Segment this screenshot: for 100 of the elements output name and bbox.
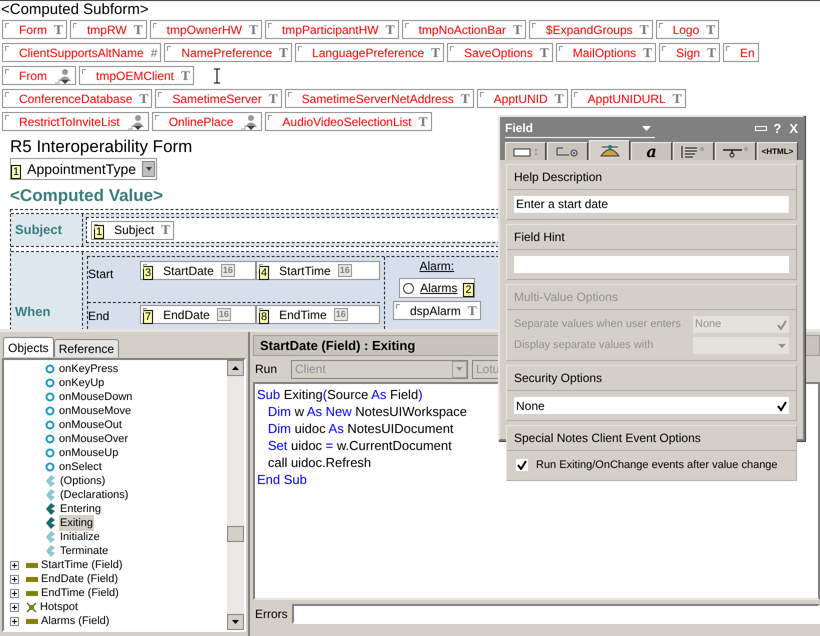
circle-icon [45,420,55,430]
property-tab[interactable] [505,142,546,160]
field-chip[interactable]: 3 StartDate 16 [140,261,256,280]
help-description-field[interactable]: Enter a start date [514,196,789,213]
tree-item[interactable]: onMouseOut [58,416,123,434]
section-heading: Security Options [507,366,796,391]
field-chip[interactable]: LanguagePreference T [295,43,444,62]
field-name: AudioVideoSelectionList [282,114,412,130]
field-icon [26,562,38,568]
tree-item[interactable]: onMouseUp [58,444,120,462]
tree-item[interactable]: Entering [59,500,102,518]
hat-icon [598,144,620,157]
field-chip[interactable]: 7 EndDate 16 [140,305,256,324]
property-tab[interactable]: a [631,142,672,160]
expand-icon[interactable] [10,588,19,598]
start-label: Start [88,266,114,283]
code-line: Set uidoc = w.CurrentDocument [266,437,452,454]
checkbox-label: Run Exiting/OnChange events after value change [536,458,778,473]
text-type-mark: T [640,22,649,38]
pane-tab[interactable]: Reference [54,339,120,357]
field-chip[interactable]: SametimeServerNetAddress T [284,89,474,108]
field-chip[interactable]: tmpOwnerHW T [150,20,262,39]
field-chip[interactable]: From [2,66,76,85]
subject-label: Subject [11,214,83,246]
tree-item[interactable]: onMouseMove [58,402,132,420]
tree-item[interactable]: Alarms (Field) [4,614,227,628]
tree-item[interactable]: onMouseOver [58,430,130,448]
field-chip[interactable]: tmpOEMClient T [79,66,194,85]
errors-label: Errors [255,606,288,622]
computed-value: <Computed Value> [10,186,164,206]
scrollbar[interactable] [227,360,244,630]
field-chip[interactable]: SametimeServer T [155,89,282,108]
tree-item[interactable]: Hotspot [4,600,227,614]
scroll-thumb[interactable] [227,526,244,542]
field-chip[interactable]: ApptUNID T [476,89,568,108]
property-tab[interactable] [589,140,630,160]
expand-icon[interactable] [10,560,19,570]
script-icon [45,503,56,515]
dialog-list-field[interactable]: 1 AppointmentType [10,158,158,180]
text-type-mark: T [554,90,564,108]
caret-icon [146,167,152,171]
field-chip[interactable]: Logo T [656,20,720,39]
property-tab[interactable] [673,142,714,160]
field-chip[interactable]: dspAlarm T [393,301,481,320]
tree-item[interactable]: onMouseDown [58,388,134,406]
text-cursor-icon [212,68,221,84]
end-label: End [88,308,110,325]
tree-item[interactable]: (Options) [59,472,106,490]
field-hint-field[interactable] [514,256,789,273]
field-chip[interactable]: tmpRW T [70,20,147,39]
field-chip[interactable]: 4 StartTime 16 [256,261,380,280]
tree-item[interactable]: Terminate [59,542,110,560]
field-chip[interactable]: AudioVideoSelectionList T [265,112,432,131]
close-button[interactable]: X [789,118,798,138]
html-tab-label: <HTML> [762,146,794,158]
tree-item[interactable]: EndTime (Field) [4,586,227,600]
field-chip[interactable]: ClientSupportsAltName # [2,43,162,62]
field-chip[interactable]: MailOptions T [556,43,656,62]
field-chip[interactable]: SaveOptions T [447,43,553,62]
dock-icon[interactable] [755,126,768,131]
field-chip[interactable]: En [723,43,759,62]
field-chip[interactable]: 8 EndTime 16 [256,305,380,324]
hide-icon [722,146,750,158]
field-name: SametimeServerNetAddress [302,90,454,108]
property-tab[interactable] [715,142,756,160]
field-chip[interactable]: Form T [2,20,67,39]
field-chip[interactable]: tmpNoActionBar T [402,20,526,39]
expand-icon[interactable] [10,616,19,626]
expand-icon[interactable] [10,574,19,584]
field-chip[interactable]: Sign T [659,43,720,62]
security-select[interactable]: None [514,397,789,414]
property-tab[interactable]: <HTML> [757,142,798,160]
field-chip[interactable]: 1 Subject T [91,220,174,240]
person-icon [54,68,72,84]
checkbox[interactable] [516,459,528,472]
expand-icon[interactable] [10,602,19,612]
field-chip[interactable]: ApptUNIDURL T [570,89,686,108]
tree-item[interactable]: onKeyPress [58,360,120,378]
box-type-select[interactable]: Field [505,119,655,138]
tree-item[interactable]: Initialize [59,528,101,546]
tree-item[interactable]: StartTime (Field) [4,558,227,572]
dropdown-button[interactable] [142,161,156,177]
tree-item[interactable]: Exiting [59,514,94,532]
tree-item[interactable]: (Declarations) [59,486,130,504]
tree-item[interactable]: onKeyUp [58,374,106,392]
field-name: StartDate [163,262,214,280]
alarms-radio[interactable]: Alarms 2 [399,278,475,298]
pane-tab[interactable]: Objects [3,337,54,357]
field-chip[interactable]: RestrictToInviteList [2,112,149,131]
field-chip[interactable]: tmpParticipantHW T [264,20,399,39]
help-button[interactable]: ? [773,118,782,138]
field-chip[interactable]: OnlinePlace [152,112,262,131]
field-chip[interactable]: $ExpandGroups T [528,20,653,39]
property-tab[interactable] [547,142,588,160]
circle-icon [45,378,55,388]
field-chip[interactable]: ConferenceDatabase T [2,89,152,108]
tree-item[interactable]: onSelect [58,458,103,476]
tree-item[interactable]: EndDate (Field) [4,572,227,586]
errors-field[interactable] [292,604,820,624]
field-chip[interactable]: NamePreference T [164,43,292,62]
